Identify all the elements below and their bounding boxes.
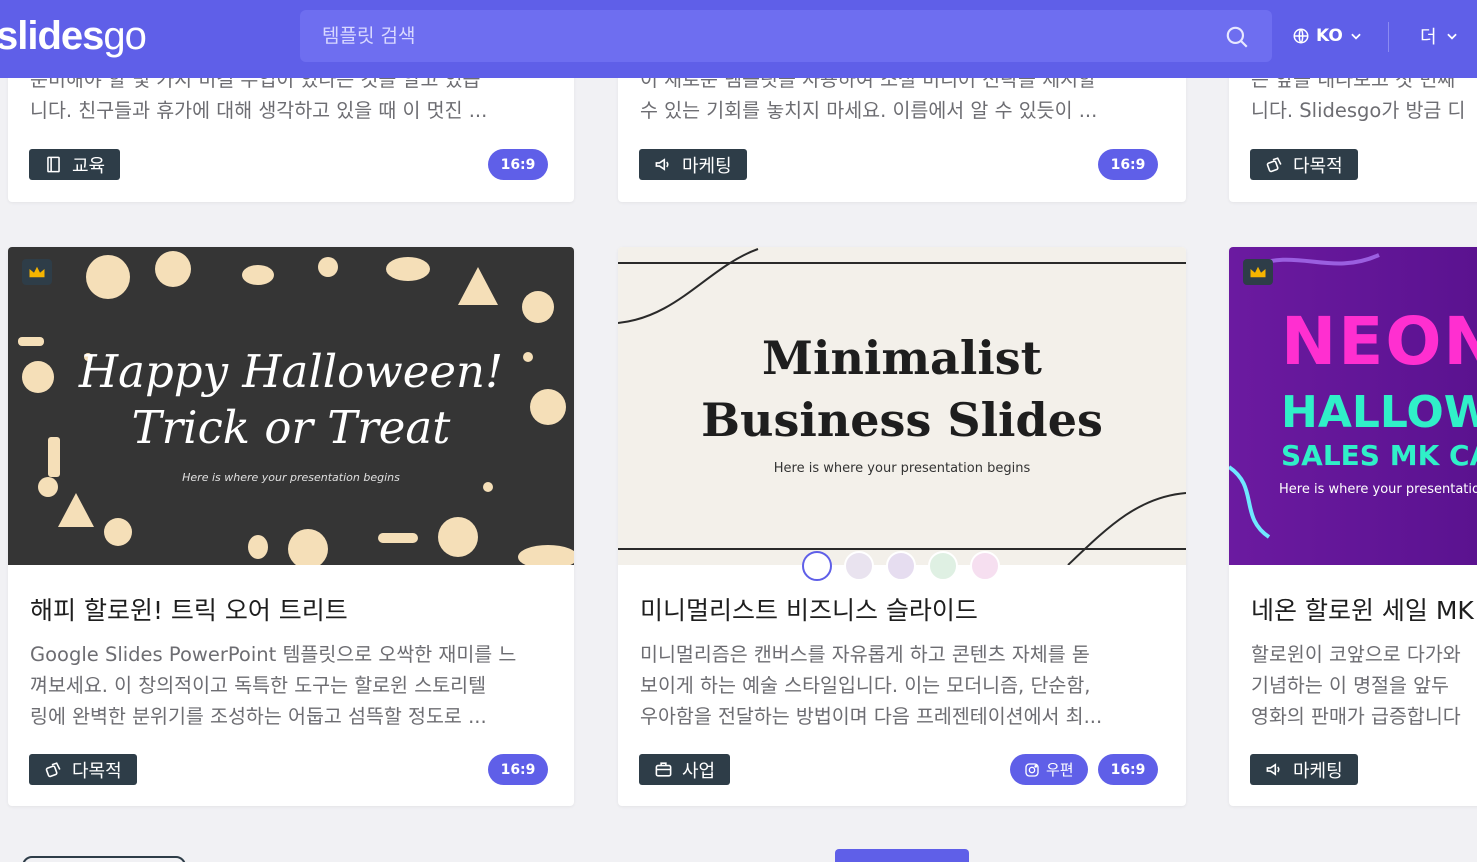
template-thumbnail[interactable]: Minimalist Business Slides Here is where… xyxy=(618,247,1186,565)
thumbnail-title: NEON xyxy=(1281,303,1477,380)
megaphone-icon xyxy=(1266,763,1280,776)
instagram-badge[interactable]: 우편 xyxy=(1010,754,1088,785)
category-tag[interactable]: 다목적 xyxy=(29,754,137,785)
aspect-ratio-badge: 16:9 xyxy=(1098,754,1158,785)
card-description: 할로윈이 코앞으로 다가와 기념하는 이 명절을 앞두 영화의 판매가 급증합니… xyxy=(1251,643,1461,728)
instagram-icon xyxy=(1025,762,1039,777)
header-divider xyxy=(1388,22,1389,52)
thumbnail-title: Business Slides xyxy=(701,393,1103,447)
card-title[interactable]: 해피 할로윈! 트릭 오어 트리트 xyxy=(30,591,560,627)
aspect-ratio-badge: 16:9 xyxy=(1098,149,1158,180)
thumbnail-title: SALES MK CAMP xyxy=(1281,439,1477,472)
template-thumbnail[interactable]: NEON HALLOWEEN SALES MK CAMP Here is whe… xyxy=(1229,247,1477,565)
thumbnail-title: Trick or Treat xyxy=(131,401,451,454)
thumbnail-title: Minimalist xyxy=(762,331,1042,385)
card-title[interactable]: 미니멀리스트 비즈니스 슬라이드 xyxy=(640,591,1170,627)
category-tag[interactable]: 다목적 xyxy=(1250,149,1358,180)
megaphone-icon xyxy=(655,158,669,171)
color-swatch[interactable] xyxy=(970,551,1000,581)
template-card-neon[interactable]: NEON HALLOWEEN SALES MK CAMP Here is whe… xyxy=(1229,247,1477,806)
language-label: KO xyxy=(1316,26,1343,46)
load-more-outline-button[interactable] xyxy=(22,856,186,862)
premium-crown-icon xyxy=(22,259,52,285)
color-swatch[interactable] xyxy=(802,551,832,581)
premium-crown-icon xyxy=(1243,259,1273,285)
multipurpose-icon xyxy=(45,762,61,778)
thumbnail-subtitle: Here is where your presentation b xyxy=(1279,482,1477,497)
template-thumbnail[interactable]: Happy Halloween! Trick or Treat Here is … xyxy=(8,247,574,565)
globe-icon xyxy=(1293,28,1309,44)
card-description: 미니멀리즘은 캔버스를 자유롭게 하고 콘텐츠 자체를 돋 보이게 하는 예술 … xyxy=(640,643,1103,728)
book-icon xyxy=(47,156,60,173)
thumbnail-title: HALLOWEEN xyxy=(1281,387,1477,438)
multipurpose-icon xyxy=(1266,157,1282,173)
category-tag[interactable]: 사업 xyxy=(639,754,731,785)
more-label: 더 xyxy=(1420,27,1437,48)
color-swatches xyxy=(802,551,1000,581)
card-description: Google Slides PowerPoint 템플릿으로 오싹한 재미를 느… xyxy=(30,643,517,728)
color-swatch[interactable] xyxy=(928,551,958,581)
category-tag[interactable]: 마케팅 xyxy=(639,149,747,180)
aspect-ratio-badge: 16:9 xyxy=(488,754,548,785)
template-card-minimalist[interactable]: Minimalist Business Slides Here is where… xyxy=(618,247,1186,806)
color-swatch[interactable] xyxy=(886,551,916,581)
thumbnail-subtitle: Here is where your presentation begins xyxy=(773,461,1031,476)
color-swatch[interactable] xyxy=(844,551,874,581)
slidesgo-logo[interactable]: slidesgo xyxy=(0,14,147,59)
load-more-button[interactable] xyxy=(835,849,969,862)
search-input[interactable] xyxy=(322,22,1202,50)
chevron-down-icon xyxy=(1351,33,1361,40)
card-title[interactable]: 네온 할로윈 세일 MK xyxy=(1251,591,1477,627)
briefcase-icon xyxy=(655,762,672,777)
category-tag[interactable]: 마케팅 xyxy=(1250,754,1358,785)
thumbnail-subtitle: Here is where your presentation begins xyxy=(182,471,400,484)
more-menu[interactable]: 더 xyxy=(1420,22,1459,50)
search-bar[interactable] xyxy=(300,10,1272,62)
chevron-down-icon xyxy=(1446,33,1457,40)
top-header: slidesgo KO 더 xyxy=(0,0,1477,78)
aspect-ratio-badge: 16:9 xyxy=(488,149,548,180)
thumbnail-title: Happy Halloween! xyxy=(78,345,504,398)
category-tag[interactable]: 교육 xyxy=(29,149,121,180)
language-selector[interactable]: KO xyxy=(1292,22,1363,50)
search-icon[interactable] xyxy=(1224,24,1250,50)
template-card-halloween[interactable]: Happy Halloween! Trick or Treat Here is … xyxy=(8,247,574,806)
